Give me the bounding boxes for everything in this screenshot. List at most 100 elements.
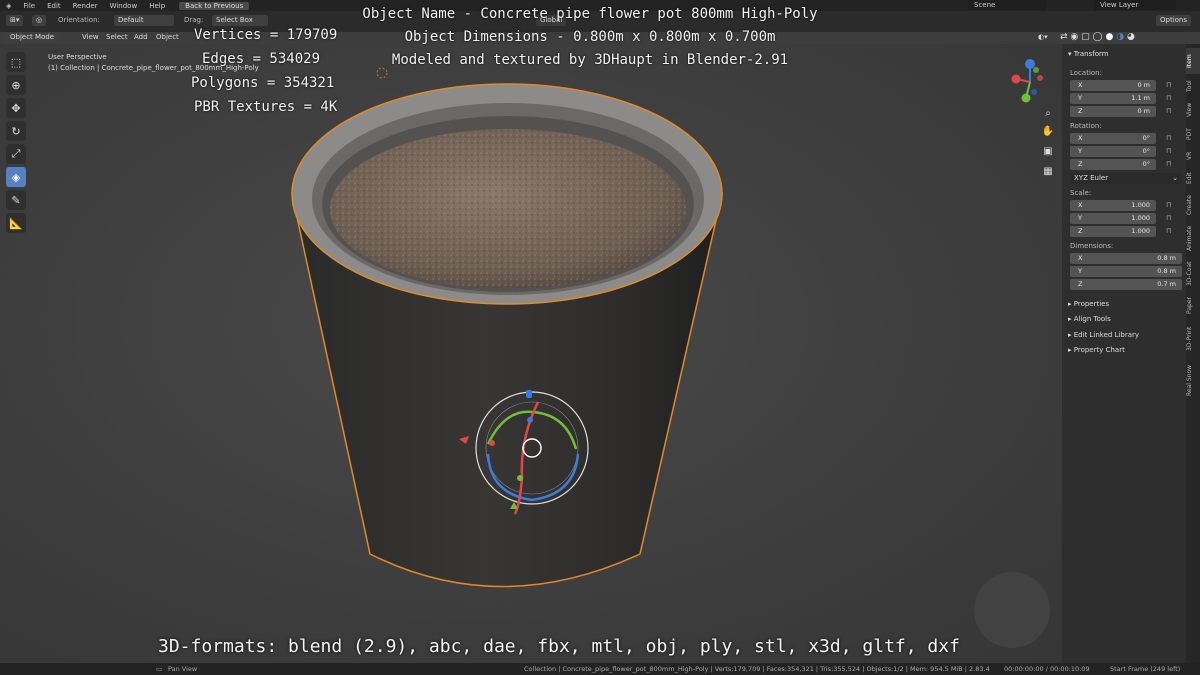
rotation-x-field[interactable]: X 0° (1070, 133, 1156, 144)
scale-z-field[interactable]: Z 1.000 (1070, 226, 1156, 237)
left-toolbar: ⬚ ⊕ ✥ ↻ ⤢ ◈ ✎ 📐 (6, 52, 28, 236)
pan-hand-icon[interactable]: ✋ (1040, 126, 1056, 140)
tab-pdt[interactable]: PDT (1186, 124, 1200, 144)
tab-edit[interactable]: Edit (1186, 168, 1200, 188)
view-menu[interactable]: View (78, 32, 103, 43)
location-z-field[interactable]: Z0 m (1070, 106, 1156, 117)
tab-3d-print[interactable]: 3D-Print (1186, 322, 1200, 356)
annotate-icon[interactable]: ✎ (6, 190, 26, 210)
object-name-caption: Object Name - Concrete pipe flower pot 8… (362, 6, 818, 22)
lock-icon[interactable]: ⊓ (1166, 134, 1171, 142)
solid-shading-icon[interactable]: ● (1106, 32, 1114, 42)
menu-file[interactable]: File (17, 2, 41, 10)
drag-label: Drag: (184, 16, 204, 24)
location-x-field[interactable]: X0 m (1070, 80, 1156, 91)
material-shading-icon[interactable]: ◑ (1116, 32, 1124, 42)
rotate-icon[interactable]: ↻ (6, 121, 26, 141)
axis-z-icon[interactable] (1025, 59, 1035, 69)
soil-texture (330, 129, 686, 289)
property-chart-section[interactable]: ▸ Property Chart (1068, 346, 1125, 354)
rotation-z-field[interactable]: Z 0° (1070, 159, 1156, 170)
axis-x-icon[interactable] (1011, 74, 1021, 84)
chevron-down-icon: ⌄ (1172, 174, 1178, 182)
properties-section[interactable]: ▸ Properties (1068, 300, 1109, 308)
select-tool-icon[interactable]: ◎ (32, 15, 47, 26)
viewport-scene (291, 67, 1050, 648)
scale-icon[interactable]: ⤢ (6, 144, 26, 164)
tab-3d-coat[interactable]: 3D-Coat (1186, 258, 1200, 290)
tab-tool[interactable]: Tool (1186, 76, 1200, 96)
lock-icon[interactable]: ⊓ (1166, 160, 1171, 168)
tab-vr[interactable]: VR (1186, 147, 1200, 165)
lock-icon[interactable]: ⊓ (1166, 227, 1171, 235)
credit-caption: Modeled and textured by 3DHaupt in Blend… (391, 52, 789, 68)
drag-dropdown[interactable]: Select Box (212, 15, 268, 26)
axis-y-icon[interactable] (1021, 93, 1031, 103)
move-icon[interactable]: ✥ (6, 98, 26, 118)
scale-y-field[interactable]: Y 1.000 (1070, 213, 1156, 224)
orientation-label: Orientation: (58, 16, 100, 24)
options-dropdown[interactable]: Options (1156, 15, 1192, 26)
rendered-shading-icon[interactable]: ◕ (1127, 32, 1135, 42)
xray-icon[interactable]: ▢ (1081, 32, 1090, 42)
scene-selector[interactable]: Scene (968, 0, 1046, 10)
sidebar-tabs: Item Tool View PDT VR Edit Create Animat… (1186, 44, 1200, 663)
lock-icon[interactable]: ⊓ (1166, 214, 1171, 222)
tab-real-snow[interactable]: Real Snow (1186, 360, 1200, 400)
dimensions-x-field[interactable]: X 0.8 m (1070, 253, 1182, 264)
navigation-gizmo[interactable] (1000, 52, 1060, 112)
menu-help[interactable]: Help (143, 2, 171, 10)
edit-linked-library-section[interactable]: ▸ Edit Linked Library (1068, 331, 1139, 339)
editor-type-icon[interactable]: ⊞▾ (6, 15, 24, 26)
lock-icon[interactable]: ⊓ (1166, 107, 1171, 115)
scale-x-field[interactable]: X 1.000 (1070, 200, 1156, 211)
3d-viewport[interactable] (0, 44, 1062, 663)
camera-icon[interactable]: ▣ (1040, 146, 1056, 160)
menu-window[interactable]: Window (104, 2, 144, 10)
lock-icon[interactable]: ⊓ (1166, 201, 1171, 209)
measure-icon[interactable]: 📐 (6, 213, 26, 233)
cursor-icon[interactable]: ⊕ (6, 75, 26, 95)
dimensions-z-field[interactable]: Z 0.7 m (1070, 279, 1182, 290)
sidebar-panel: ▾ Transform Location: X0 m Y 1.1 m Z0 m ⊓… (1062, 44, 1186, 663)
gizmo-toggles: ⇄ ◉ ▢ ◯ ● ◑ ◕ (1060, 32, 1135, 42)
visibility-icon[interactable]: ◐▾ (1034, 32, 1052, 43)
align-tools-section[interactable]: ▸ Align Tools (1068, 315, 1111, 323)
orientation-dropdown[interactable]: Default (114, 15, 174, 26)
object-menu[interactable]: Object (152, 32, 183, 43)
select-box-icon[interactable]: ⬚ (6, 52, 26, 72)
location-y-field[interactable]: Y 1.1 m (1070, 93, 1156, 104)
wireframe-shading-icon[interactable]: ◯ (1093, 32, 1103, 42)
rotation-mode-dropdown[interactable]: XYZ Euler ⌄ (1070, 173, 1182, 184)
tab-view[interactable]: View (1186, 99, 1200, 121)
dimensions-y-field[interactable]: Y 0.8 m (1070, 266, 1182, 277)
status-bar: ▭ Pan View Collection | Concrete_pipe_fl… (0, 663, 1200, 675)
object-mode-dropdown[interactable]: Object Mode (6, 32, 59, 43)
tab-item[interactable]: Item (1186, 48, 1200, 74)
menu-render[interactable]: Render (67, 2, 104, 10)
overlays-icon[interactable]: ◉ (1070, 32, 1078, 42)
blender-logo-icon[interactable]: ◈ (0, 2, 17, 10)
lock-icon[interactable]: ⊓ (1166, 147, 1171, 155)
view-layer-selector[interactable]: View Layer (1094, 0, 1176, 10)
tab-create[interactable]: Create (1186, 191, 1200, 219)
lock-icon[interactable]: ⊓ (1166, 94, 1171, 102)
location-label: Location: (1070, 69, 1102, 77)
grid-icon[interactable]: ▦ (1040, 166, 1056, 180)
select-menu[interactable]: Select (102, 32, 132, 43)
scale-label: Scale: (1070, 189, 1092, 197)
pan-indicator (974, 572, 1050, 648)
formats-caption: 3D-formats: blend (2.9), abc, dae, fbx, … (158, 636, 960, 657)
lock-icon[interactable]: ⊓ (1166, 81, 1171, 89)
dimensions-label: Dimensions: (1070, 242, 1114, 250)
back-to-previous-button[interactable]: Back to Previous (179, 1, 250, 10)
viewport-gizmo-icon[interactable]: ⇄ (1060, 32, 1068, 42)
add-menu[interactable]: Add (130, 32, 152, 43)
tab-animate[interactable]: Animate (1186, 222, 1200, 254)
tab-paper[interactable]: Paper (1186, 294, 1200, 318)
menu-edit[interactable]: Edit (41, 2, 67, 10)
transform-icon[interactable]: ◈ (6, 167, 26, 187)
transform-header[interactable]: ▾ Transform (1068, 50, 1109, 58)
zoom-icon[interactable]: ⌕ (1040, 108, 1056, 122)
rotation-y-field[interactable]: Y 0° (1070, 146, 1156, 157)
